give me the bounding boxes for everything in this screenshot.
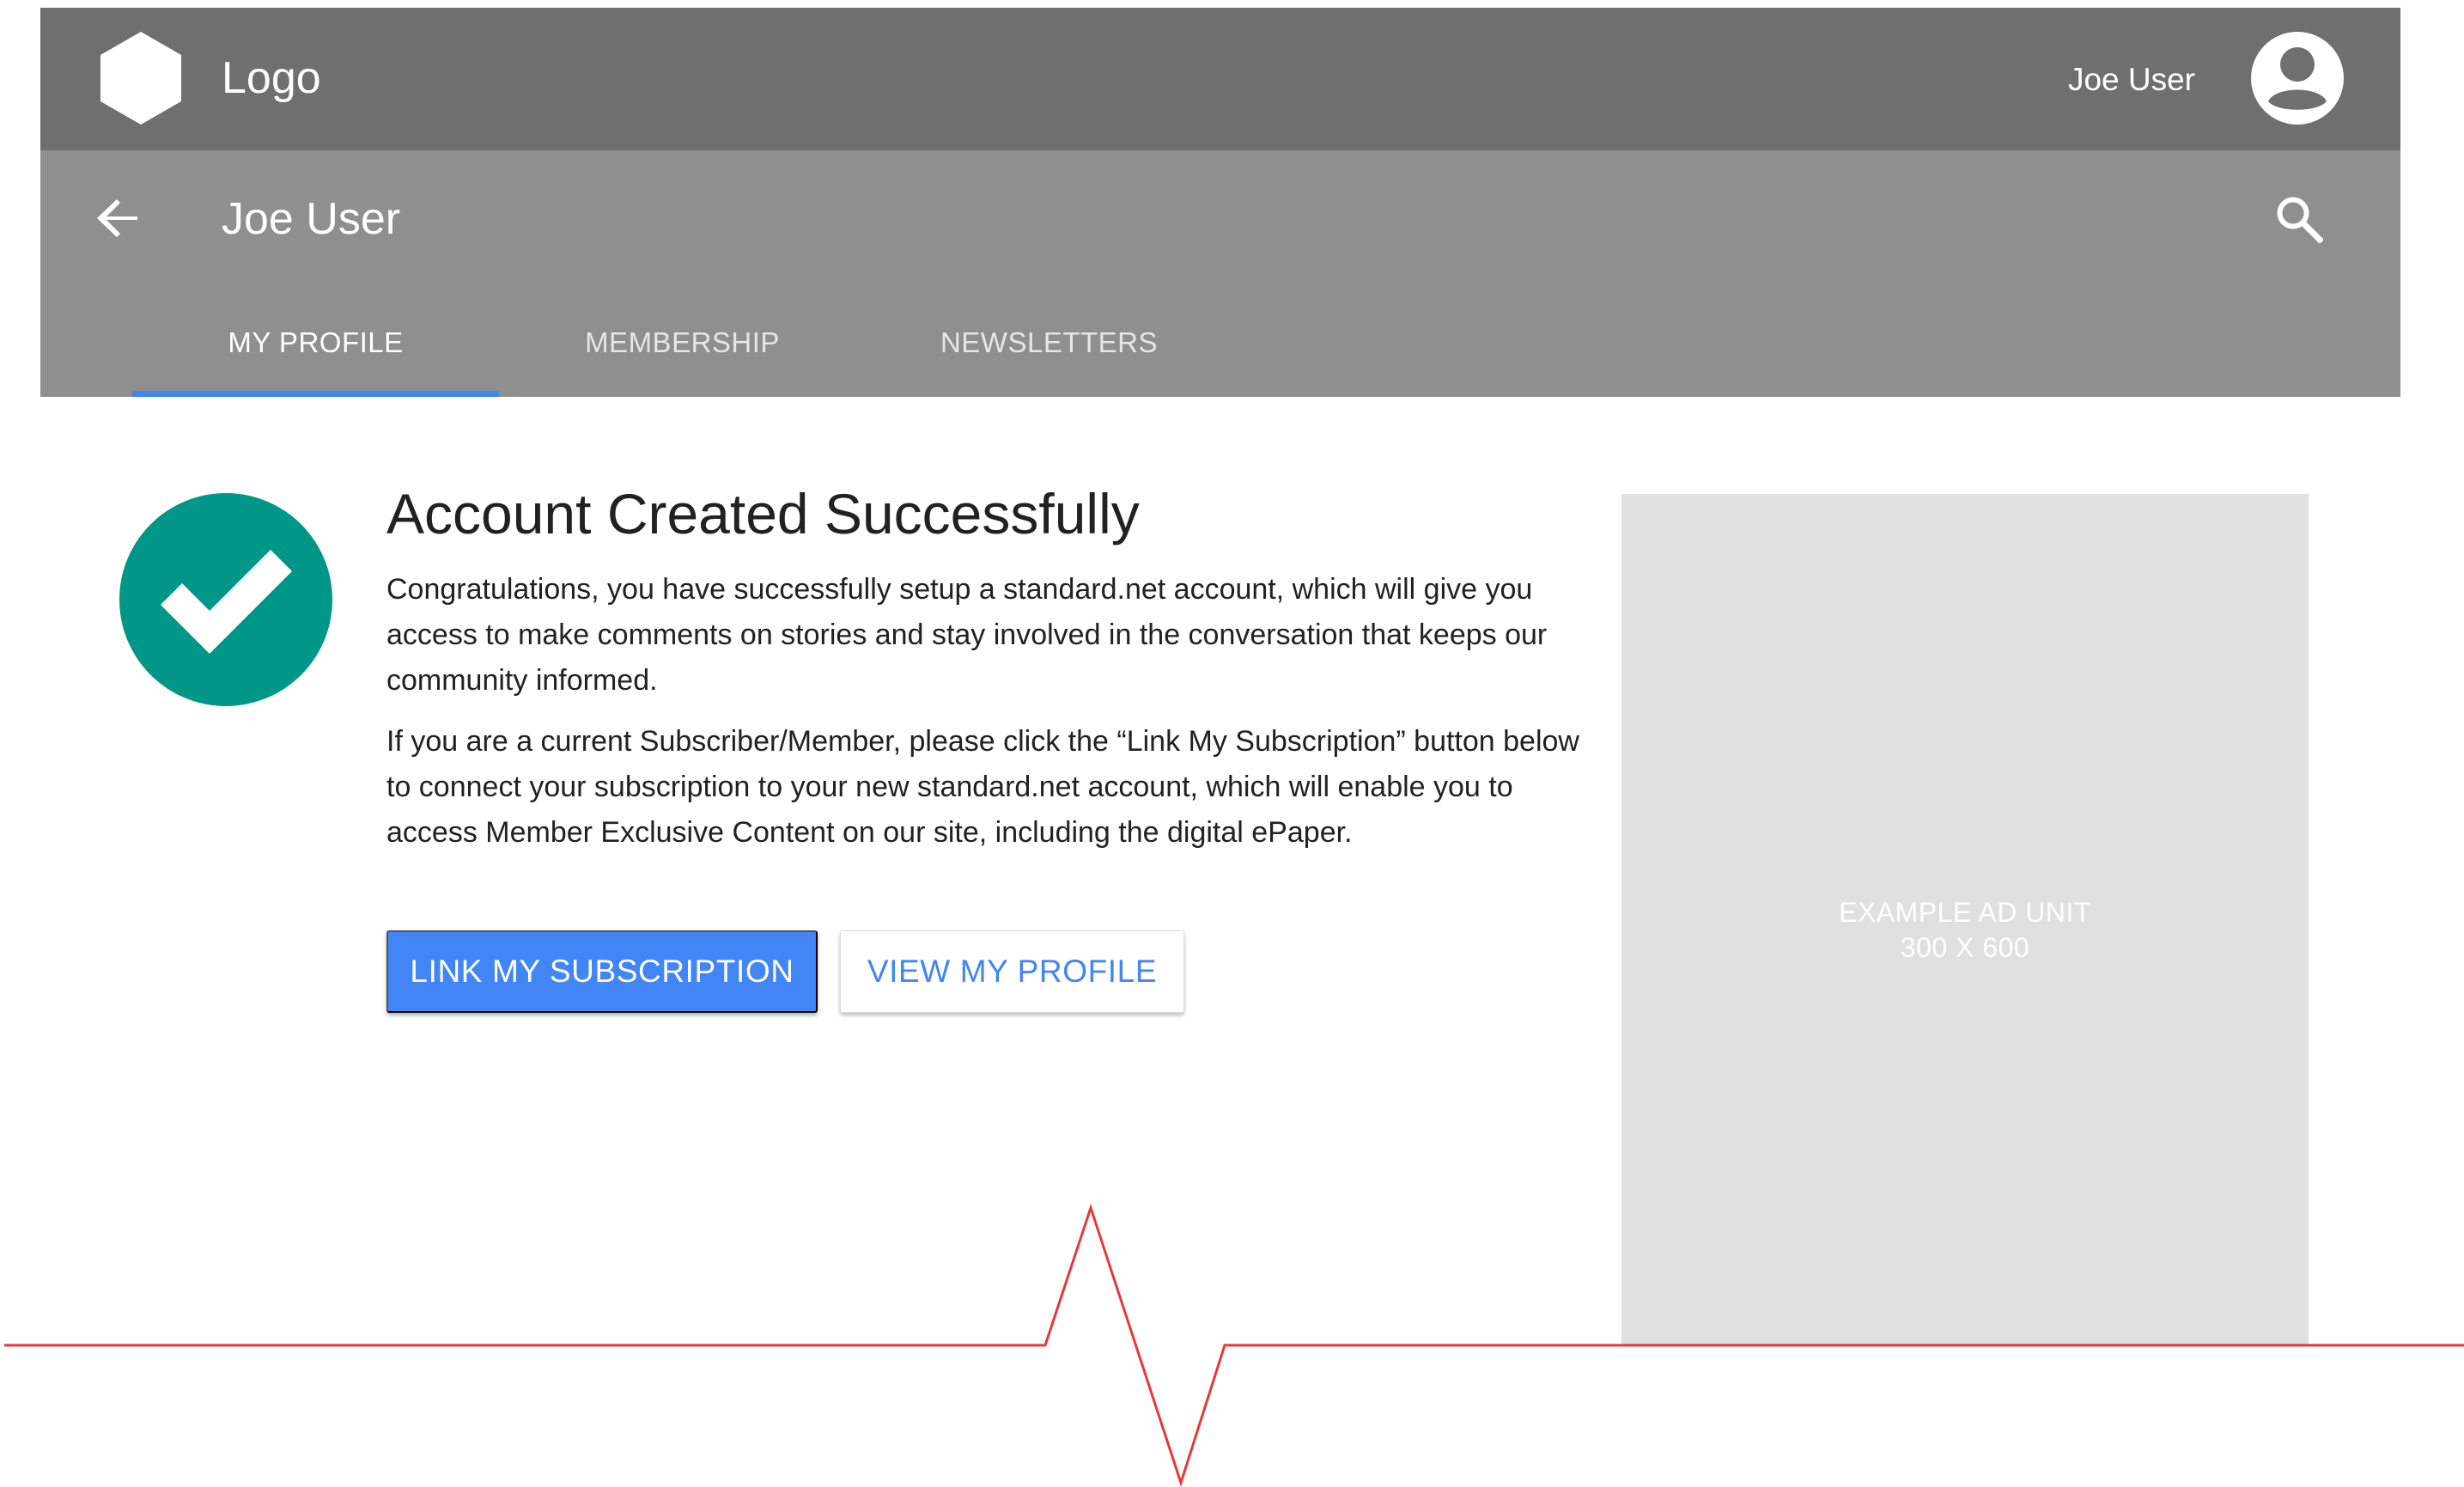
profile-header: Joe User MY PROFILE MEMBERSHIP NEWSLETTE…	[40, 150, 2400, 397]
search-icon[interactable]	[2275, 195, 2323, 243]
success-description: Congratulations, you have successfully s…	[386, 573, 1548, 697]
tab-my-profile[interactable]: MY PROFILE	[132, 277, 499, 397]
ad-unit-placeholder: EXAMPLE AD UNIT 300 X 600	[1621, 494, 2309, 1346]
account-circle-icon[interactable]	[2251, 32, 2344, 125]
user-name[interactable]: Joe User	[2068, 61, 2195, 99]
profile-tabs: MY PROFILE MEMBERSHIP NEWSLETTERS	[132, 277, 1232, 397]
logo-text[interactable]: Logo	[222, 52, 321, 104]
arrow-back-icon[interactable]	[97, 196, 142, 241]
success-headline: Account Created Successfully	[386, 482, 1140, 545]
tab-newsletters[interactable]: NEWSLETTERS	[866, 277, 1232, 397]
ad-unit-label: EXAMPLE AD UNIT	[1839, 897, 2091, 928]
link-subscription-button[interactable]: LINK MY SUBSCRIPTION	[386, 930, 818, 1013]
profile-title: Joe User	[222, 194, 401, 244]
app-shell: Logo Joe User Joe User MY PROFILE MEMBER…	[40, 8, 2400, 397]
check-circle-icon	[119, 493, 332, 706]
tab-membership[interactable]: MEMBERSHIP	[499, 277, 866, 397]
view-profile-button[interactable]: VIEW MY PROFILE	[840, 930, 1184, 1013]
hexagon-logo-icon[interactable]	[100, 32, 181, 125]
action-buttons: LINK MY SUBSCRIPTION VIEW MY PROFILE	[386, 930, 1184, 1013]
ad-unit-size: 300 X 600	[1900, 932, 2030, 963]
top-app-bar: Logo Joe User	[40, 8, 2400, 150]
success-message: Account Created Successfully Congratulat…	[386, 477, 1589, 856]
subscription-instructions: If you are a current Subscriber/Member, …	[386, 725, 1579, 849]
